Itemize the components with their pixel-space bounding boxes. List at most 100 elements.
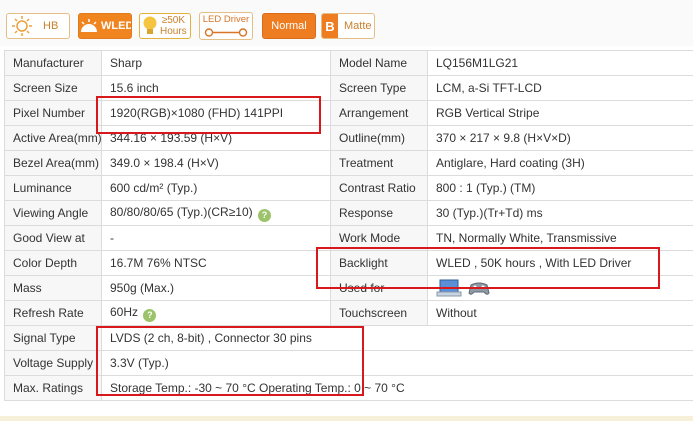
spec-value-text: 950g (Max.) (110, 281, 175, 295)
footer-strip (0, 416, 693, 421)
table-row: Max. Ratings Storage Temp.: -30 ~ 70 °C O… (4, 375, 693, 401)
spec-label: Luminance (4, 175, 102, 201)
spec-label: Outline(mm) (330, 125, 428, 151)
spec-value: 15.6 inch (101, 75, 331, 101)
spec-value: RGB Vertical Stripe (427, 100, 693, 126)
normal-badge: Normal (262, 13, 316, 39)
gamepad-icon (468, 282, 490, 295)
spec-label: Mass (4, 275, 102, 301)
spec-value: 950g (Max.) (101, 275, 331, 301)
table-row: Refresh Rate 60Hz ? Touchscreen Without (4, 300, 693, 326)
spec-value (427, 275, 693, 301)
help-icon[interactable]: ? (143, 308, 157, 322)
feature-badge-bar: HB WLED ≥50K Hours LED Driver Normal B M… (0, 0, 693, 46)
spec-value: 80/80/80/65 (Typ.)(CR≥10) ? (101, 200, 331, 226)
spec-value-text: 600 cd/m² (Typ.) (110, 181, 198, 195)
spec-label: Backlight (330, 250, 428, 276)
table-row: Voltage Supply 3.3V (Typ.) (4, 350, 693, 376)
table-row: Active Area(mm) 344.16 × 193.59 (H×V) Outl… (4, 125, 693, 151)
spec-value-text: 349.0 × 198.4 (H×V) (110, 156, 219, 170)
spec-table-container: Manufacturer Sharp Model Name LQ156M1LG21 Sc… (4, 50, 693, 401)
spec-label: Used for (330, 275, 428, 301)
spec-label-text: Viewing Angle (13, 206, 89, 220)
spec-value: 800 : 1 (Typ.) (TM) (427, 175, 693, 201)
spec-value: LCM, a-Si TFT-LCD (427, 75, 693, 101)
spec-label: Screen Type (330, 75, 428, 101)
spec-label: Color Depth (4, 250, 102, 276)
spec-value-text: Without (436, 306, 477, 320)
spec-label-text: Bezel Area(mm) (13, 156, 100, 170)
used-for-icons (436, 279, 490, 297)
led-lamp-icon (79, 14, 99, 38)
spec-value-text: WLED , 50K hours , With LED Driver (436, 256, 632, 270)
spec-label-text: Treatment (339, 156, 394, 170)
spec-value-text: 60Hz (110, 304, 139, 319)
spec-label-text: Work Mode (339, 231, 401, 245)
spec-label: Arrangement (330, 100, 428, 126)
spec-label-text: Outline(mm) (339, 131, 406, 145)
spec-label: Refresh Rate (4, 300, 102, 326)
spec-value: 3.3V (Typ.) (101, 350, 693, 376)
spec-label-text: Good View at (13, 231, 85, 245)
spec-label-text: Screen Type (339, 81, 407, 95)
spec-value-text: Antiglare, Hard coating (3H) (436, 156, 585, 170)
spec-label: Touchscreen (330, 300, 428, 326)
spec-value-text: Sharp (110, 56, 143, 70)
spec-label-text: Backlight (339, 256, 388, 270)
spec-label: Max. Ratings (4, 375, 102, 401)
table-row: Screen Size 15.6 inch Screen Type LCM, a-Si… (4, 75, 693, 101)
table-row: Good View at - Work Mode TN, Normally White… (4, 225, 693, 251)
spec-value-text: 800 : 1 (Typ.) (TM) (436, 181, 536, 195)
spec-value-text: LQ156M1LG21 (436, 56, 519, 70)
spec-label-text: Active Area(mm) (13, 131, 102, 145)
spec-label: Response (330, 200, 428, 226)
spec-label: Voltage Supply (4, 350, 102, 376)
spec-label: Viewing Angle (4, 200, 102, 226)
spec-value-text: 344.16 × 193.59 (H×V) (110, 131, 233, 145)
spec-value-text: LCM, a-Si TFT-LCD (436, 81, 542, 95)
spec-value: 60Hz ? (101, 300, 331, 326)
spec-label: Treatment (330, 150, 428, 176)
spec-value: 370 × 217 × 9.8 (H×V×D) (427, 125, 693, 151)
table-row: Mass 950g (Max.) Used for (4, 275, 693, 301)
table-row: Viewing Angle 80/80/80/65 (Typ.)(CR≥10) ?… (4, 200, 693, 226)
spec-label: Contrast Ratio (330, 175, 428, 201)
hb-badge: HB (6, 13, 70, 39)
spec-value: TN, Normally White, Transmissive (427, 225, 693, 251)
spec-table: Manufacturer Sharp Model Name LQ156M1LG21 Sc… (4, 50, 693, 401)
spec-label-text: Response (339, 206, 394, 220)
spec-label: Screen Size (4, 75, 102, 101)
spec-value-text: 1920(RGB)×1080 (FHD) 141PPI (110, 106, 284, 120)
spec-value: 1920(RGB)×1080 (FHD) 141PPI (101, 100, 331, 126)
spec-value-text: - (110, 231, 114, 245)
spec-label: Manufacturer (4, 50, 102, 76)
spec-value-text: 16.7M 76% NTSC (110, 256, 207, 270)
light-bulb-icon (140, 14, 160, 38)
spec-label-text: Screen Size (13, 81, 78, 95)
table-row: Manufacturer Sharp Model Name LQ156M1LG21 (4, 50, 693, 76)
spec-label-text: Manufacturer (13, 56, 84, 70)
table-row: Bezel Area(mm) 349.0 × 198.4 (H×V) Treatme… (4, 150, 693, 176)
hours-badge: ≥50K Hours (139, 13, 191, 39)
matte-badge: B Matte (321, 13, 375, 39)
normal-label: Normal (271, 20, 307, 32)
laptop-icon (436, 279, 462, 297)
spec-label: Bezel Area(mm) (4, 150, 102, 176)
spec-label-text: Model Name (339, 56, 408, 70)
spec-label-text: Luminance (13, 181, 72, 195)
spec-value: WLED , 50K hours , With LED Driver (427, 250, 693, 276)
spec-label-text: Arrangement (339, 106, 409, 120)
spec-label-text: Touchscreen (339, 306, 408, 320)
spec-label-text: Mass (13, 281, 42, 295)
spec-label: Good View at (4, 225, 102, 251)
spec-label: Work Mode (330, 225, 428, 251)
spec-value: LVDS (2 ch, 8-bit) , Connector 30 pins (101, 325, 693, 351)
spec-value: Storage Temp.: -30 ~ 70 °C Operating Tem… (101, 375, 693, 401)
spec-value-text: RGB Vertical Stripe (436, 106, 540, 120)
spec-value: 16.7M 76% NTSC (101, 250, 331, 276)
spec-value-text: TN, Normally White, Transmissive (436, 231, 617, 245)
wled-badge: WLED (78, 13, 132, 39)
hb-label: HB (43, 20, 59, 32)
spec-label-text: Refresh Rate (13, 306, 84, 320)
help-icon[interactable]: ? (258, 208, 271, 222)
